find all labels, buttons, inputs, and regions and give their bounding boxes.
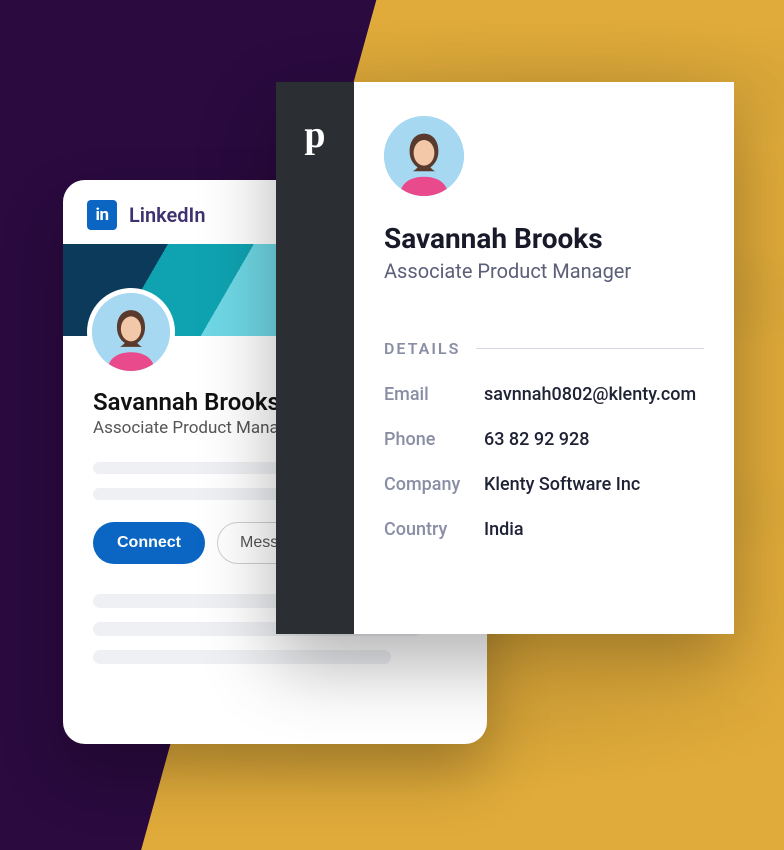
detail-row-country: Country India (384, 519, 704, 540)
profile-name: Savannah Brooks (384, 222, 704, 255)
profile-title: Associate Product Manager (384, 259, 704, 283)
crm-card: p Savannah Brooks Associate Product Mana… (276, 82, 734, 634)
detail-label: Email (384, 384, 484, 405)
details-heading: DETAILS (384, 339, 460, 358)
connect-button[interactable]: Connect (93, 522, 205, 564)
avatar (384, 116, 464, 196)
detail-row-phone: Phone 63 82 92 928 (384, 429, 704, 450)
detail-value: 63 82 92 928 (484, 429, 590, 450)
avatar (87, 288, 175, 376)
pipedrive-icon: p (304, 116, 325, 634)
detail-row-company: Company Klenty Software Inc (384, 474, 704, 495)
detail-value: Klenty Software Inc (484, 474, 640, 495)
crm-sidebar: p (276, 82, 354, 634)
details-header: DETAILS (384, 339, 704, 358)
detail-row-email: Email savnnah0802@klenty.com (384, 384, 704, 405)
detail-value: India (484, 519, 524, 540)
avatar-icon (92, 293, 170, 371)
detail-value: savnnah0802@klenty.com (484, 384, 696, 405)
avatar-icon (384, 116, 464, 196)
placeholder-line (93, 650, 391, 664)
detail-label: Country (384, 519, 484, 540)
detail-label: Company (384, 474, 484, 495)
detail-label: Phone (384, 429, 484, 450)
divider (476, 348, 704, 349)
crm-body: Savannah Brooks Associate Product Manage… (354, 82, 734, 634)
linkedin-brand: LinkedIn (129, 203, 205, 227)
linkedin-icon: in (87, 200, 117, 230)
